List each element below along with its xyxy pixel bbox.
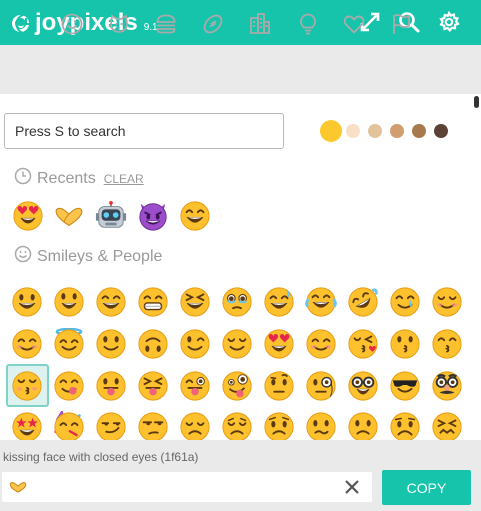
emoji-kissing-closed-eyes[interactable] — [10, 369, 44, 403]
smileys-header: Smileys & People — [14, 245, 162, 268]
recent-emoji-heart-hands[interactable] — [52, 199, 86, 233]
emoji-confused[interactable] — [304, 410, 338, 444]
emoji-kissing-heart[interactable] — [346, 327, 380, 361]
emoji-frowning[interactable] — [388, 410, 422, 444]
emoji-raised-eyebrow[interactable] — [262, 369, 296, 403]
clock-icon — [14, 167, 32, 190]
clear-recents-button[interactable]: CLEAR — [104, 172, 144, 186]
emoji-yum[interactable] — [52, 369, 86, 403]
skin-tone-6[interactable] — [434, 124, 448, 138]
smiley-section-icon — [14, 245, 32, 268]
emoji-smiling-tear[interactable] — [388, 285, 422, 319]
emoji-kissing-smiling-eyes[interactable] — [430, 327, 464, 361]
clear-output-icon[interactable] — [342, 477, 362, 497]
emoji-holding-back-tears[interactable] — [220, 285, 254, 319]
emoji-grinning[interactable] — [10, 285, 44, 319]
skin-tone-3[interactable] — [368, 124, 382, 138]
recents-title: Recents — [37, 170, 96, 188]
emoji-sunglasses[interactable] — [388, 369, 422, 403]
activity-icon[interactable] — [200, 11, 226, 37]
emoji-sweat-smile[interactable] — [262, 285, 296, 319]
emoji-disappointed[interactable] — [178, 410, 212, 444]
emoji-partying[interactable] — [52, 410, 86, 444]
emoji-innocent[interactable] — [52, 327, 86, 361]
emoji-zany[interactable] — [220, 369, 254, 403]
animal-icon[interactable] — [106, 11, 132, 37]
heart-icon[interactable] — [341, 11, 367, 37]
recent-emoji-beaming-face[interactable] — [178, 199, 212, 233]
flag-icon[interactable] — [388, 11, 414, 37]
objects-icon[interactable] — [295, 11, 321, 37]
emoji-smile[interactable] — [94, 285, 128, 319]
recent-emoji-robot-face[interactable] — [94, 199, 128, 233]
emoji-grin[interactable] — [136, 285, 170, 319]
emoji-unamused[interactable] — [136, 410, 170, 444]
skin-tone-1[interactable] — [320, 120, 342, 142]
preview-emoji-name: kissing face with closed eyes (1f61a) — [3, 450, 198, 464]
recent-emoji-smiling-face-with-horns[interactable] — [136, 199, 170, 233]
emoji-laughing[interactable] — [178, 285, 212, 319]
emoji-joy[interactable] — [304, 285, 338, 319]
gear-icon[interactable] — [437, 10, 461, 34]
recent-emoji-smiling-face-heart-eyes[interactable] — [11, 199, 45, 233]
output-heart-hands-icon — [9, 480, 27, 494]
emoji-slightly-frowning[interactable] — [346, 410, 380, 444]
smileys-title: Smileys & People — [37, 248, 162, 266]
emoji-upside-down[interactable] — [136, 327, 170, 361]
emoji-smiley[interactable] — [52, 285, 86, 319]
emoji-smirk[interactable] — [94, 410, 128, 444]
emoji-slight-smile[interactable] — [94, 327, 128, 361]
recent-icon[interactable] — [13, 11, 39, 37]
emoji-disguised[interactable] — [430, 369, 464, 403]
output-field[interactable]: 🫶 — [2, 472, 372, 502]
search-input[interactable] — [4, 113, 284, 149]
emoji-nerd[interactable] — [346, 369, 380, 403]
skin-tone-5[interactable] — [412, 124, 426, 138]
emoji-stuck-out-tongue-wink[interactable] — [178, 369, 212, 403]
emoji-persevere[interactable] — [430, 410, 464, 444]
emoji-worried[interactable] — [262, 410, 296, 444]
emoji-stuck-out-tongue-closed-eyes[interactable] — [136, 369, 170, 403]
emoji-pensive[interactable] — [220, 410, 254, 444]
scrollbar-thumb[interactable] — [474, 96, 479, 108]
emoji-heart-eyes[interactable] — [262, 327, 296, 361]
emoji-relieved[interactable] — [220, 327, 254, 361]
smiley-icon[interactable] — [59, 11, 85, 37]
skin-tone-2[interactable] — [346, 124, 360, 138]
recents-header: Recents CLEAR — [14, 167, 144, 190]
food-icon[interactable] — [153, 11, 179, 37]
emoji-smiling-face-hearts[interactable] — [304, 327, 338, 361]
emoji-blush[interactable] — [10, 327, 44, 361]
emoji-star-struck[interactable] — [10, 410, 44, 444]
emoji-monocle[interactable] — [304, 369, 338, 403]
category-bar — [0, 45, 481, 94]
emoji-rofl[interactable] — [346, 285, 380, 319]
emoji-kissing[interactable] — [388, 327, 422, 361]
emoji-relaxed[interactable] — [430, 285, 464, 319]
skin-tone-4[interactable] — [390, 124, 404, 138]
travel-icon[interactable] — [247, 11, 273, 37]
emoji-stuck-out-tongue[interactable] — [94, 369, 128, 403]
emoji-wink[interactable] — [178, 327, 212, 361]
copy-button[interactable]: COPY — [382, 470, 471, 505]
